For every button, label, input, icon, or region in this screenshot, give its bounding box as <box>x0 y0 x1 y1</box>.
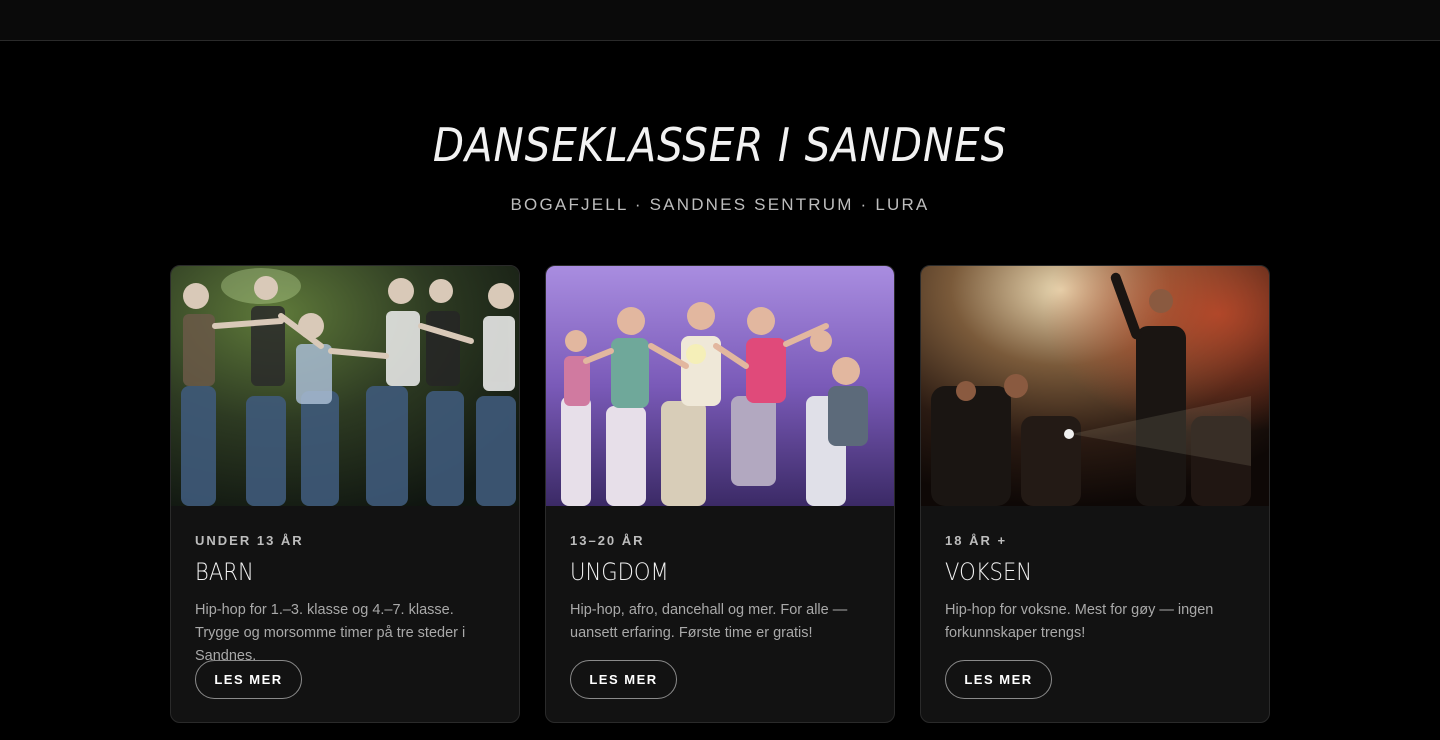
card-age-label: 18 ÅR + <box>945 533 1008 548</box>
page-title: DANSEKLASSER I SANDNES <box>432 118 1008 172</box>
dance-group-youth-photo <box>546 266 894 506</box>
card-title: VOKSEN <box>945 558 1033 586</box>
les-mer-button-barn[interactable]: LES MER <box>195 660 302 699</box>
dance-adults-stage-photo <box>921 266 1269 506</box>
les-mer-button-ungdom[interactable]: LES MER <box>570 660 677 699</box>
card-description: Hip-hop, afro, dancehall og mer. For all… <box>570 602 848 641</box>
card-title: BARN <box>195 558 254 586</box>
card-title: UNGDOM <box>570 558 669 586</box>
card-description: Hip-hop for 1.–3. klasse og 4.–7. klasse… <box>195 602 466 664</box>
class-card-voksen: 18 ÅR + VOKSEN Hip-hop for voksne. Mest … <box>920 265 1270 723</box>
card-description: Hip-hop for voksne. Mest for gøy — ingen… <box>945 602 1214 641</box>
les-mer-button-voksen[interactable]: LES MER <box>945 660 1052 699</box>
card-age-label: UNDER 13 ÅR <box>195 533 304 548</box>
card-age-label: 13–20 ÅR <box>570 533 645 548</box>
top-nav-bar <box>0 0 1440 41</box>
class-card-ungdom: 13–20 ÅR UNGDOM Hip-hop, afro, dancehall… <box>545 265 895 723</box>
locations-subtitle: BOGAFJELL · SANDNES SENTRUM · LURA <box>510 195 930 214</box>
class-card-barn: UNDER 13 ÅR BARN Hip-hop for 1.–3. klass… <box>170 265 520 723</box>
dance-group-kids-photo <box>171 266 519 506</box>
